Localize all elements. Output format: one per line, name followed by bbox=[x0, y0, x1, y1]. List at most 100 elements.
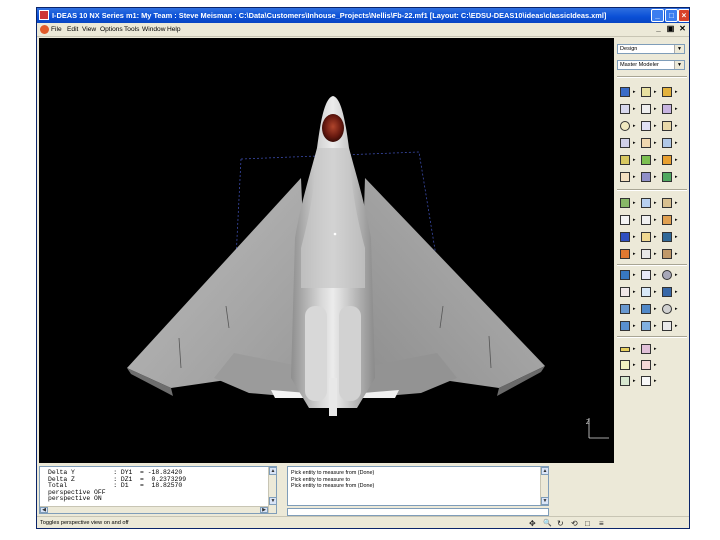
zoom-all-icon[interactable] bbox=[620, 287, 630, 297]
output-log-scrollbar[interactable]: ▲ ▼ bbox=[268, 467, 276, 513]
dimension-icon[interactable] bbox=[620, 138, 630, 148]
flyout-arrow-icon[interactable]: ▸ bbox=[675, 290, 678, 295]
flyout-arrow-icon[interactable]: ▸ bbox=[675, 158, 678, 163]
menu-view[interactable]: View bbox=[82, 23, 96, 36]
scroll-right-button[interactable]: ▶ bbox=[260, 507, 268, 513]
flyout-arrow-icon[interactable]: ▸ bbox=[675, 175, 678, 180]
menu-options[interactable]: Options bbox=[100, 23, 123, 36]
output-log[interactable]: Delta Y : DY1 = -18.82420 Delta Z : DZ1 =… bbox=[39, 466, 277, 514]
feature-icon[interactable] bbox=[662, 155, 672, 165]
ruler-icon[interactable] bbox=[620, 347, 630, 352]
probe-icon[interactable] bbox=[641, 344, 651, 354]
scroll-up-button[interactable]: ▲ bbox=[541, 467, 548, 475]
menu-edit[interactable]: Edit bbox=[67, 23, 78, 36]
mass-properties-icon[interactable] bbox=[620, 376, 630, 386]
modify-icon[interactable] bbox=[662, 215, 672, 225]
zoom-icon[interactable]: 🔍 bbox=[543, 518, 552, 528]
hierarchy-icon[interactable] bbox=[641, 198, 651, 208]
flyout-arrow-icon[interactable]: ▸ bbox=[675, 90, 678, 95]
spline-icon[interactable] bbox=[662, 104, 672, 114]
flyout-arrow-icon[interactable]: ▸ bbox=[633, 379, 636, 384]
part-icon[interactable] bbox=[662, 198, 672, 208]
flyout-arrow-icon[interactable]: ▸ bbox=[633, 124, 636, 129]
minimize-button[interactable]: _ bbox=[651, 9, 664, 22]
document-icon[interactable] bbox=[40, 25, 49, 34]
redisplay-icon[interactable] bbox=[662, 287, 672, 297]
flyout-arrow-icon[interactable]: ▸ bbox=[675, 235, 678, 240]
flyout-arrow-icon[interactable]: ▸ bbox=[633, 324, 636, 329]
flyout-arrow-icon[interactable]: ▸ bbox=[633, 235, 636, 240]
orient-icon[interactable] bbox=[641, 304, 651, 314]
task-selector[interactable]: Design ▼ bbox=[617, 44, 685, 54]
app-icon[interactable] bbox=[39, 10, 49, 20]
curve-icon[interactable] bbox=[641, 121, 651, 131]
flyout-arrow-icon[interactable]: ▸ bbox=[654, 141, 657, 146]
flyout-arrow-icon[interactable]: ▸ bbox=[633, 307, 636, 312]
flyout-arrow-icon[interactable]: ▸ bbox=[654, 307, 657, 312]
flyout-arrow-icon[interactable]: ▸ bbox=[654, 90, 657, 95]
arc-measure-icon[interactable] bbox=[641, 360, 651, 370]
display-icon[interactable] bbox=[620, 270, 630, 280]
flyout-arrow-icon[interactable]: ▸ bbox=[654, 218, 657, 223]
menu-window[interactable]: Window bbox=[142, 23, 165, 36]
flyout-arrow-icon[interactable]: ▸ bbox=[633, 363, 636, 368]
extrude-icon[interactable] bbox=[662, 87, 672, 97]
coordinate-icon[interactable] bbox=[641, 376, 651, 386]
move-icon[interactable] bbox=[620, 232, 630, 242]
boolean-icon[interactable] bbox=[662, 172, 672, 182]
flyout-arrow-icon[interactable]: ▸ bbox=[675, 201, 678, 206]
fillet-icon[interactable] bbox=[662, 121, 672, 131]
menu-file[interactable]: File bbox=[51, 23, 62, 36]
perspective-icon[interactable] bbox=[641, 321, 651, 331]
property-icon[interactable] bbox=[662, 249, 672, 259]
mdi-restore-button[interactable]: ▣ bbox=[665, 24, 676, 35]
flyout-arrow-icon[interactable]: ▸ bbox=[654, 347, 657, 352]
flyout-arrow-icon[interactable]: ▸ bbox=[654, 107, 657, 112]
box-icon[interactable]: □ bbox=[585, 518, 590, 528]
flyout-arrow-icon[interactable]: ▸ bbox=[654, 379, 657, 384]
flyout-arrow-icon[interactable]: ▸ bbox=[654, 235, 657, 240]
flyout-arrow-icon[interactable]: ▸ bbox=[654, 158, 657, 163]
menu-tools[interactable]: Tools bbox=[124, 23, 139, 36]
flyout-arrow-icon[interactable]: ▸ bbox=[633, 252, 636, 257]
flyout-arrow-icon[interactable]: ▸ bbox=[654, 363, 657, 368]
flyout-arrow-icon[interactable]: ▸ bbox=[675, 124, 678, 129]
chevron-down-icon[interactable]: ▼ bbox=[674, 45, 684, 53]
view-cube-icon[interactable] bbox=[641, 270, 651, 280]
print-icon[interactable] bbox=[662, 321, 672, 331]
display-toggle-icon[interactable]: ≡ bbox=[599, 518, 604, 528]
command-input[interactable] bbox=[287, 508, 549, 516]
maximize-button[interactable]: □ bbox=[665, 9, 678, 22]
shell-icon[interactable] bbox=[641, 172, 651, 182]
flyout-arrow-icon[interactable]: ▸ bbox=[633, 158, 636, 163]
prompt-log[interactable]: Pick entity to measure from (Done) Pick e… bbox=[287, 466, 549, 506]
title-bar[interactable]: I-DEAS 10 NX Series m1: My Team : Steve … bbox=[37, 8, 689, 23]
chevron-down-icon[interactable]: ▼ bbox=[674, 61, 684, 69]
info-icon[interactable] bbox=[641, 215, 651, 225]
assembly-icon[interactable] bbox=[620, 198, 630, 208]
flyout-arrow-icon[interactable]: ▸ bbox=[675, 324, 678, 329]
workplane-icon[interactable] bbox=[620, 304, 630, 314]
constraint-icon[interactable] bbox=[662, 138, 672, 148]
scroll-up-button[interactable]: ▲ bbox=[269, 467, 276, 475]
pan-icon[interactable]: ✥ bbox=[529, 518, 536, 528]
flyout-arrow-icon[interactable]: ▸ bbox=[633, 218, 636, 223]
block-icon[interactable] bbox=[620, 87, 630, 97]
shade-icon[interactable] bbox=[662, 270, 672, 280]
select-icon[interactable] bbox=[620, 215, 630, 225]
angle-icon[interactable] bbox=[620, 360, 630, 370]
flyout-arrow-icon[interactable]: ▸ bbox=[633, 201, 636, 206]
flyout-arrow-icon[interactable]: ▸ bbox=[633, 347, 636, 352]
flyout-arrow-icon[interactable]: ▸ bbox=[675, 107, 678, 112]
scroll-left-button[interactable]: ◀ bbox=[40, 507, 48, 513]
flyout-arrow-icon[interactable]: ▸ bbox=[633, 273, 636, 278]
sketch-icon[interactable] bbox=[641, 87, 651, 97]
flyout-arrow-icon[interactable]: ▸ bbox=[675, 141, 678, 146]
flyout-arrow-icon[interactable]: ▸ bbox=[654, 273, 657, 278]
flyout-arrow-icon[interactable]: ▸ bbox=[654, 175, 657, 180]
flyout-arrow-icon[interactable]: ▸ bbox=[633, 90, 636, 95]
output-log-hscrollbar[interactable]: ◀ ▶ bbox=[40, 506, 268, 513]
solid-icon[interactable] bbox=[641, 155, 651, 165]
polyline-icon[interactable] bbox=[641, 104, 651, 114]
dynamic-navigator-icon[interactable]: ⟲ bbox=[571, 518, 578, 528]
